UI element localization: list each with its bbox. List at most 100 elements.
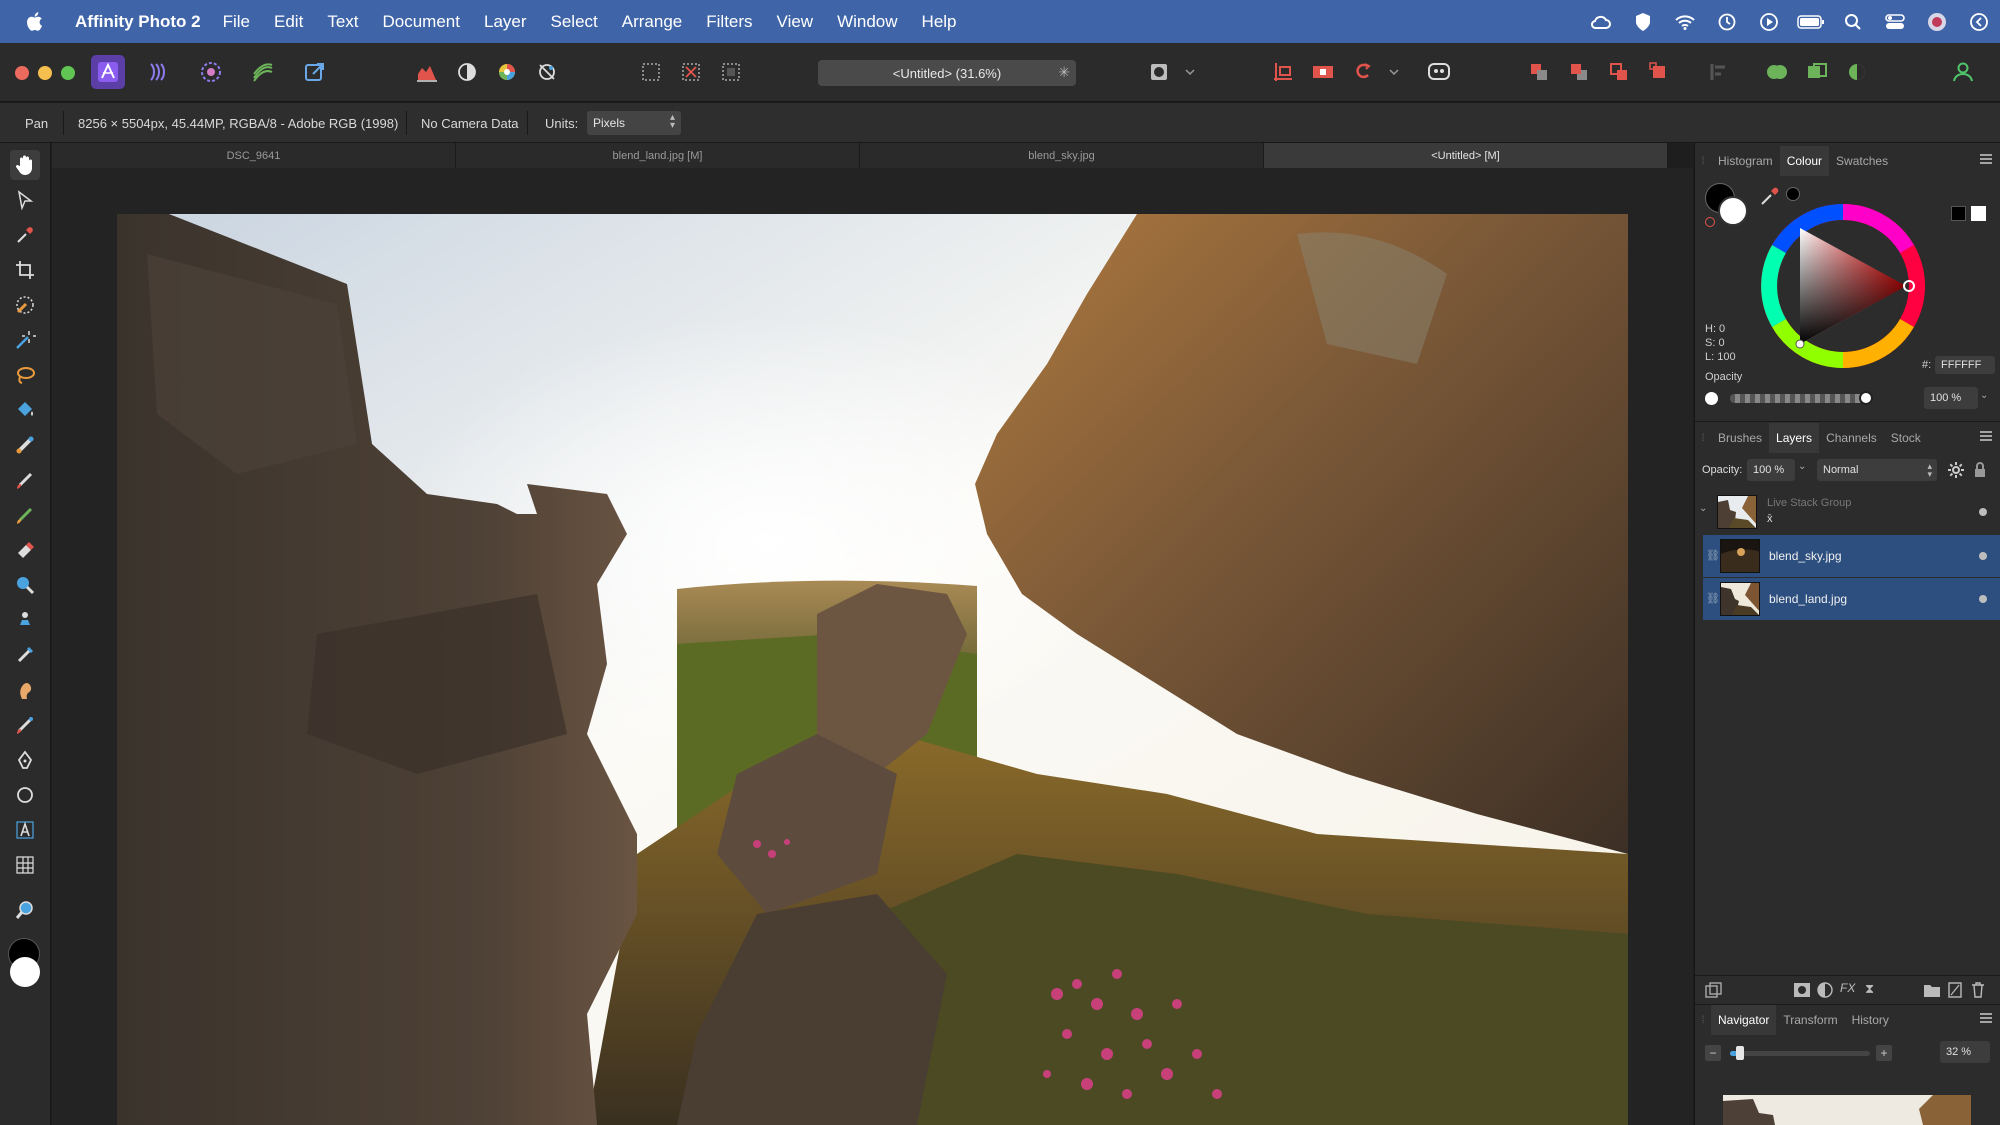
no-fill-icon[interactable] bbox=[1705, 217, 1715, 227]
white-swatch[interactable] bbox=[1971, 206, 1986, 221]
panel-grip-icon[interactable]: ⁞ bbox=[1695, 433, 1711, 444]
panel-menu-icon[interactable] bbox=[1979, 152, 1993, 169]
fill-stroke-selector[interactable] bbox=[1705, 183, 1755, 233]
pen-tool-icon[interactable] bbox=[10, 745, 40, 775]
mask-layer-icon[interactable] bbox=[1793, 982, 1811, 1003]
new-group-icon[interactable] bbox=[1923, 982, 1941, 1003]
artistic-text-tool-icon[interactable] bbox=[10, 815, 40, 845]
blend-mode-select[interactable]: Normal ▴ ▾ bbox=[1817, 459, 1937, 481]
minimize-window-button[interactable] bbox=[38, 66, 52, 80]
align-icon[interactable] bbox=[1702, 55, 1736, 89]
delete-layer-trash-icon[interactable] bbox=[1971, 982, 1985, 1003]
document-title-field[interactable]: <Untitled> (31.6%) ✳ bbox=[818, 60, 1076, 86]
auto-white-balance-icon[interactable] bbox=[530, 55, 564, 89]
move-back-one-icon[interactable] bbox=[1562, 55, 1596, 89]
menu-file[interactable]: File bbox=[211, 0, 262, 43]
zoom-in-button[interactable]: + bbox=[1876, 1045, 1892, 1061]
live-filter-icon[interactable]: ⧗ bbox=[1865, 981, 1874, 997]
menu-select[interactable]: Select bbox=[539, 0, 610, 43]
view-tool-hand-icon[interactable] bbox=[10, 150, 40, 180]
inpainting-brush-tool-icon[interactable] bbox=[10, 640, 40, 670]
layer-opacity-field[interactable]: 100 % bbox=[1747, 459, 1795, 481]
canvas-area[interactable] bbox=[52, 168, 1693, 1125]
menu-filters[interactable]: Filters bbox=[694, 0, 764, 43]
move-to-back-icon[interactable] bbox=[1522, 55, 1556, 89]
liquify-persona-icon[interactable] bbox=[142, 55, 176, 89]
opacity-slider-handle[interactable] bbox=[1859, 391, 1873, 405]
gradient-tool-icon[interactable] bbox=[10, 430, 40, 460]
doc-tab-untitled[interactable]: <Untitled> [M] bbox=[1264, 143, 1668, 168]
develop-persona-icon[interactable] bbox=[194, 55, 228, 89]
auto-contrast-icon[interactable] bbox=[450, 55, 484, 89]
snapping-icon[interactable] bbox=[1266, 55, 1300, 89]
assistant-manager-icon[interactable] bbox=[1422, 55, 1456, 89]
tab-stock[interactable]: Stock bbox=[1884, 423, 1928, 453]
force-pixel-alignment-icon[interactable] bbox=[1306, 55, 1340, 89]
visibility-dot-icon[interactable] bbox=[1979, 595, 1987, 603]
colour-swatches-icon[interactable] bbox=[6, 938, 46, 998]
quick-mask-dropdown-icon[interactable] bbox=[1180, 55, 1200, 89]
zoom-tool-icon[interactable] bbox=[10, 895, 40, 925]
menu-arrange[interactable]: Arrange bbox=[610, 0, 694, 43]
navigator-preview[interactable] bbox=[1723, 1095, 1971, 1125]
tab-transform[interactable]: Transform bbox=[1776, 1005, 1844, 1035]
time-machine-icon[interactable] bbox=[1706, 0, 1748, 43]
photo-persona-icon[interactable] bbox=[91, 55, 125, 89]
paint-brush-tool-icon[interactable] bbox=[10, 465, 40, 495]
units-select[interactable]: Pixels ▴ ▾ bbox=[587, 111, 681, 135]
control-center-icon[interactable] bbox=[1874, 0, 1916, 43]
panel-menu-icon[interactable] bbox=[1979, 429, 1993, 446]
menu-window[interactable]: Window bbox=[825, 0, 909, 43]
subtract-boolean-icon[interactable] bbox=[1800, 55, 1834, 89]
auto-colour-icon[interactable] bbox=[490, 55, 524, 89]
opacity-slider[interactable] bbox=[1730, 394, 1865, 403]
layer-group-row[interactable]: ⌄ Live Stack Group x̄ bbox=[1695, 491, 2000, 533]
auto-levels-icon[interactable] bbox=[410, 55, 444, 89]
dodge-brush-tool-icon[interactable] bbox=[10, 570, 40, 600]
tab-navigator[interactable]: Navigator bbox=[1711, 1005, 1777, 1035]
picked-colour-swatch[interactable] bbox=[1786, 187, 1800, 201]
retouch-brush-tool-icon[interactable] bbox=[10, 710, 40, 740]
panel-menu-icon[interactable] bbox=[1979, 1011, 1993, 1028]
zoom-out-button[interactable]: − bbox=[1705, 1045, 1721, 1061]
assistant-icon[interactable] bbox=[1346, 55, 1380, 89]
clone-brush-tool-icon[interactable] bbox=[10, 605, 40, 635]
layer-row[interactable]: ⛓ blend_sky.jpg bbox=[1703, 535, 2000, 577]
freehand-selection-tool-icon[interactable] bbox=[10, 360, 40, 390]
menu-edit[interactable]: Edit bbox=[262, 0, 315, 43]
doc-tab-dsc-9641[interactable]: DSC_9641 bbox=[52, 143, 456, 168]
close-window-button[interactable] bbox=[15, 66, 29, 80]
tab-layers[interactable]: Layers bbox=[1769, 423, 1820, 453]
user-avatar-icon[interactable] bbox=[1916, 0, 1958, 43]
layer-name-blend-sky[interactable]: blend_sky.jpg bbox=[1769, 535, 1842, 577]
wifi-icon[interactable] bbox=[1664, 0, 1706, 43]
app-name-menu[interactable]: Affinity Photo 2 bbox=[63, 0, 211, 43]
visibility-dot-icon[interactable] bbox=[1979, 552, 1987, 560]
ellipse-tool-icon[interactable] bbox=[10, 780, 40, 810]
erase-brush-tool-icon[interactable] bbox=[10, 535, 40, 565]
doc-tab-blend-sky[interactable]: blend_sky.jpg bbox=[860, 143, 1264, 168]
visibility-dot-icon[interactable] bbox=[1979, 508, 1987, 516]
colour-replacement-brush-icon[interactable] bbox=[10, 500, 40, 530]
tone-mapping-persona-icon[interactable] bbox=[246, 55, 280, 89]
hex-input[interactable]: FFFFFF bbox=[1935, 356, 1995, 374]
crop-tool-icon[interactable] bbox=[10, 255, 40, 285]
account-icon[interactable] bbox=[1946, 55, 1980, 89]
mesh-warp-tool-icon[interactable] bbox=[10, 850, 40, 880]
battery-icon[interactable] bbox=[1790, 0, 1832, 43]
move-to-front-icon[interactable] bbox=[1642, 55, 1676, 89]
zoom-value-field[interactable]: 32 % bbox=[1940, 1041, 1990, 1063]
black-swatch[interactable] bbox=[1951, 206, 1966, 221]
spotlight-search-icon[interactable] bbox=[1832, 0, 1874, 43]
zoom-slider-handle[interactable] bbox=[1735, 1046, 1744, 1060]
tab-history[interactable]: History bbox=[1845, 1005, 1896, 1035]
tab-colour[interactable]: Colour bbox=[1779, 146, 1830, 176]
layer-name-blend-land[interactable]: blend_land.jpg bbox=[1769, 578, 1847, 620]
star-icon[interactable]: ✳ bbox=[1058, 64, 1070, 81]
layer-opacity-dropdown-icon[interactable]: ⌄ bbox=[1798, 461, 1806, 472]
opacity-dropdown-icon[interactable]: ⌄ bbox=[1980, 390, 1988, 401]
layer-copy-icon[interactable] bbox=[1705, 982, 1723, 1003]
panel-grip-icon[interactable]: ⁞ bbox=[1695, 156, 1711, 167]
document-image[interactable] bbox=[117, 214, 1628, 1125]
colour-picker-tool-icon[interactable] bbox=[10, 220, 40, 250]
